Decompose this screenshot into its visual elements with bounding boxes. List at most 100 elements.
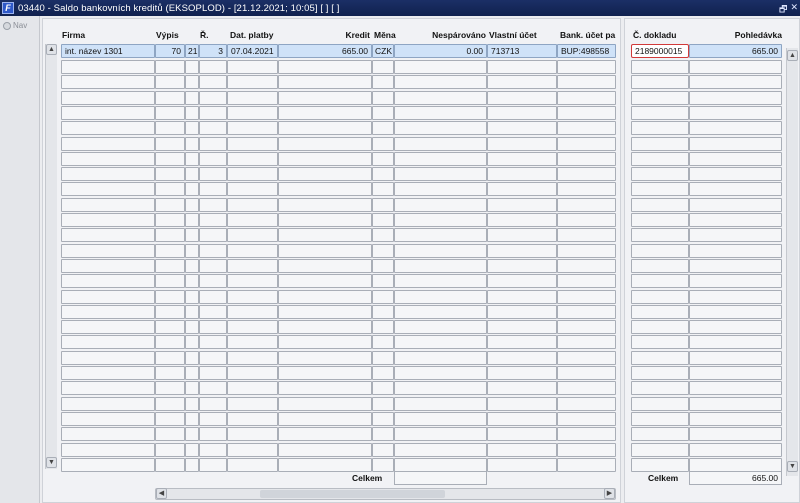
empty-cell[interactable]	[61, 198, 155, 212]
empty-cell[interactable]	[372, 427, 394, 441]
empty-cell[interactable]	[278, 443, 372, 457]
empty-cell[interactable]	[278, 274, 372, 288]
empty-cell[interactable]	[199, 91, 227, 105]
empty-cell[interactable]	[199, 137, 227, 151]
empty-cell[interactable]	[227, 91, 278, 105]
empty-cell[interactable]	[689, 167, 782, 181]
empty-cell[interactable]	[394, 290, 487, 304]
empty-cell[interactable]	[227, 335, 278, 349]
empty-cell[interactable]	[185, 91, 199, 105]
empty-cell[interactable]	[227, 458, 278, 472]
empty-cell[interactable]	[689, 91, 782, 105]
empty-cell[interactable]	[227, 320, 278, 334]
empty-cell[interactable]	[227, 152, 278, 166]
empty-cell[interactable]	[199, 182, 227, 196]
scroll-up-button[interactable]: ▲	[46, 44, 57, 55]
empty-cell[interactable]	[689, 412, 782, 426]
empty-cell[interactable]	[557, 244, 616, 258]
empty-cell[interactable]	[155, 198, 185, 212]
empty-cell[interactable]	[227, 412, 278, 426]
empty-cell[interactable]	[227, 182, 278, 196]
empty-cell[interactable]	[689, 427, 782, 441]
cell-r[interactable]: 3	[199, 44, 227, 58]
empty-cell[interactable]	[185, 290, 199, 304]
empty-cell[interactable]	[487, 335, 557, 349]
empty-cell[interactable]	[487, 259, 557, 273]
empty-cell[interactable]	[278, 290, 372, 304]
empty-cell[interactable]	[631, 213, 689, 227]
empty-cell[interactable]	[631, 366, 689, 380]
empty-cell[interactable]	[372, 228, 394, 242]
empty-cell[interactable]	[631, 228, 689, 242]
empty-cell[interactable]	[372, 351, 394, 365]
empty-cell[interactable]	[557, 137, 616, 151]
empty-cell[interactable]	[199, 152, 227, 166]
empty-cell[interactable]	[185, 121, 199, 135]
empty-cell[interactable]	[689, 458, 782, 472]
empty-cell[interactable]	[155, 427, 185, 441]
empty-cell[interactable]	[227, 60, 278, 74]
empty-cell[interactable]	[689, 228, 782, 242]
empty-cell[interactable]	[631, 198, 689, 212]
empty-cell[interactable]	[689, 244, 782, 258]
empty-cell[interactable]	[155, 259, 185, 273]
empty-cell[interactable]	[557, 290, 616, 304]
empty-cell[interactable]	[227, 351, 278, 365]
empty-cell[interactable]	[185, 443, 199, 457]
empty-cell[interactable]	[278, 167, 372, 181]
empty-cell[interactable]	[487, 167, 557, 181]
empty-cell[interactable]	[227, 274, 278, 288]
empty-cell[interactable]	[689, 320, 782, 334]
cell-nesparovano[interactable]: 0.00	[394, 44, 487, 58]
empty-cell[interactable]	[278, 381, 372, 395]
empty-cell[interactable]	[227, 121, 278, 135]
empty-cell[interactable]	[185, 60, 199, 74]
empty-cell[interactable]	[185, 397, 199, 411]
empty-cell[interactable]	[394, 335, 487, 349]
empty-cell[interactable]	[199, 458, 227, 472]
empty-cell[interactable]	[199, 443, 227, 457]
nav-button[interactable]: Nav	[3, 21, 27, 30]
empty-cell[interactable]	[278, 75, 372, 89]
empty-cell[interactable]	[278, 320, 372, 334]
empty-cell[interactable]	[487, 305, 557, 319]
empty-cell[interactable]	[227, 259, 278, 273]
empty-cell[interactable]	[61, 397, 155, 411]
empty-cell[interactable]	[487, 397, 557, 411]
cell-vypis-year[interactable]: 21	[185, 44, 199, 58]
empty-cell[interactable]	[487, 121, 557, 135]
empty-cell[interactable]	[227, 228, 278, 242]
empty-cell[interactable]	[61, 290, 155, 304]
empty-cell[interactable]	[557, 91, 616, 105]
empty-cell[interactable]	[689, 152, 782, 166]
empty-cell[interactable]	[689, 381, 782, 395]
empty-cell[interactable]	[185, 167, 199, 181]
empty-cell[interactable]	[394, 213, 487, 227]
empty-cell[interactable]	[372, 167, 394, 181]
empty-cell[interactable]	[372, 366, 394, 380]
empty-cell[interactable]	[631, 244, 689, 258]
empty-cell[interactable]	[278, 91, 372, 105]
empty-cell[interactable]	[372, 397, 394, 411]
empty-cell[interactable]	[61, 60, 155, 74]
empty-cell[interactable]	[155, 351, 185, 365]
empty-cell[interactable]	[155, 443, 185, 457]
empty-cell[interactable]	[278, 351, 372, 365]
empty-cell[interactable]	[199, 412, 227, 426]
empty-cell[interactable]	[185, 182, 199, 196]
empty-cell[interactable]	[61, 106, 155, 120]
empty-cell[interactable]	[227, 427, 278, 441]
empty-cell[interactable]	[278, 412, 372, 426]
empty-cell[interactable]	[487, 75, 557, 89]
empty-cell[interactable]	[372, 458, 394, 472]
empty-cell[interactable]	[394, 351, 487, 365]
empty-cell[interactable]	[689, 290, 782, 304]
empty-cell[interactable]	[394, 182, 487, 196]
empty-cell[interactable]	[631, 351, 689, 365]
empty-cell[interactable]	[199, 121, 227, 135]
empty-cell[interactable]	[631, 320, 689, 334]
empty-cell[interactable]	[487, 427, 557, 441]
empty-cell[interactable]	[689, 351, 782, 365]
empty-cell[interactable]	[155, 274, 185, 288]
empty-cell[interactable]	[631, 427, 689, 441]
